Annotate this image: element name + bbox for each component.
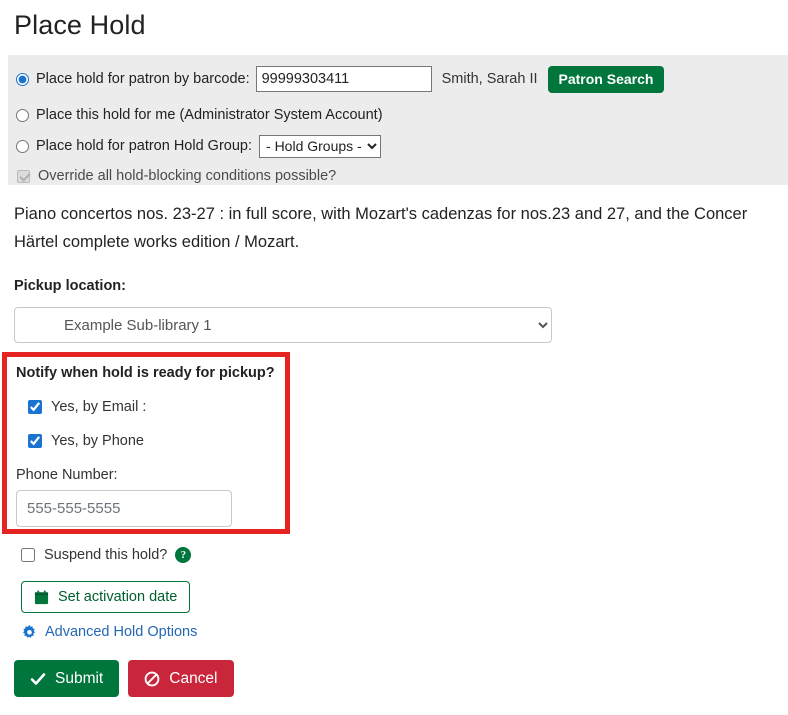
notify-email-label: Yes, by Email : (51, 399, 146, 415)
phone-number-input[interactable] (16, 490, 232, 527)
notify-phone-row[interactable]: Yes, by Phone (28, 433, 285, 449)
patron-name-display: Smith, Sarah II (442, 71, 538, 87)
radio-place-hold-hold-group[interactable] (16, 140, 29, 153)
patron-selection-panel: Place hold for patron by barcode: Smith,… (8, 55, 788, 185)
check-icon (30, 671, 46, 687)
set-activation-date-label: Set activation date (58, 589, 177, 605)
calendar-icon (34, 590, 49, 605)
pickup-location-label: Pickup location: (14, 278, 126, 294)
cancel-button[interactable]: Cancel (128, 660, 233, 697)
notify-email-checkbox[interactable] (28, 400, 42, 414)
override-conditions-row: Override all hold-blocking conditions po… (16, 165, 788, 187)
page-title: Place Hold (0, 0, 788, 41)
override-checkbox (17, 170, 30, 183)
advanced-hold-options-link[interactable]: Advanced Hold Options (22, 624, 197, 640)
notify-email-row[interactable]: Yes, by Email : (28, 399, 285, 415)
override-label: Override all hold-blocking conditions po… (38, 168, 336, 184)
radio-place-hold-by-barcode[interactable] (16, 73, 29, 86)
pickup-location-select[interactable]: Example Sub-library 1 (14, 307, 552, 343)
notify-settings-box: Notify when hold is ready for pickup? Ye… (2, 352, 290, 534)
phone-number-label: Phone Number: (16, 467, 285, 483)
suspend-hold-label: Suspend this hold? (44, 547, 167, 563)
form-action-buttons: Submit Cancel (14, 660, 234, 697)
radio-label-by-barcode: Place hold for patron by barcode: (36, 71, 250, 87)
option-row-hold-group: Place hold for patron Hold Group: - Hold… (16, 134, 788, 158)
hold-group-select[interactable]: - Hold Groups - (259, 135, 381, 158)
radio-label-hold-group: Place hold for patron Hold Group: (36, 138, 252, 154)
option-row-by-barcode: Place hold for patron by barcode: Smith,… (16, 65, 788, 93)
suspend-hold-row: Suspend this hold? ? (21, 547, 191, 563)
ban-icon (144, 671, 160, 687)
radio-label-for-me: Place this hold for me (Administrator Sy… (36, 107, 383, 123)
suspend-hold-checkbox[interactable] (21, 548, 35, 562)
advanced-hold-options-label: Advanced Hold Options (45, 624, 197, 640)
patron-search-button[interactable]: Patron Search (548, 66, 665, 93)
submit-label: Submit (55, 670, 103, 688)
notify-phone-checkbox[interactable] (28, 434, 42, 448)
help-circle-icon[interactable]: ? (175, 547, 191, 563)
place-hold-page: Place Hold Place hold for patron by barc… (0, 0, 788, 715)
barcode-input[interactable] (256, 66, 432, 92)
cancel-label: Cancel (169, 670, 217, 688)
record-title: Piano concertos nos. 23-27 : in full sco… (14, 200, 788, 256)
option-row-for-me: Place this hold for me (Administrator Sy… (16, 103, 788, 127)
set-activation-date-button[interactable]: Set activation date (21, 581, 190, 613)
notify-phone-label: Yes, by Phone (51, 433, 144, 449)
gear-icon (22, 625, 37, 640)
submit-button[interactable]: Submit (14, 660, 119, 697)
radio-place-hold-for-me[interactable] (16, 109, 29, 122)
notify-heading: Notify when hold is ready for pickup? (16, 365, 285, 381)
